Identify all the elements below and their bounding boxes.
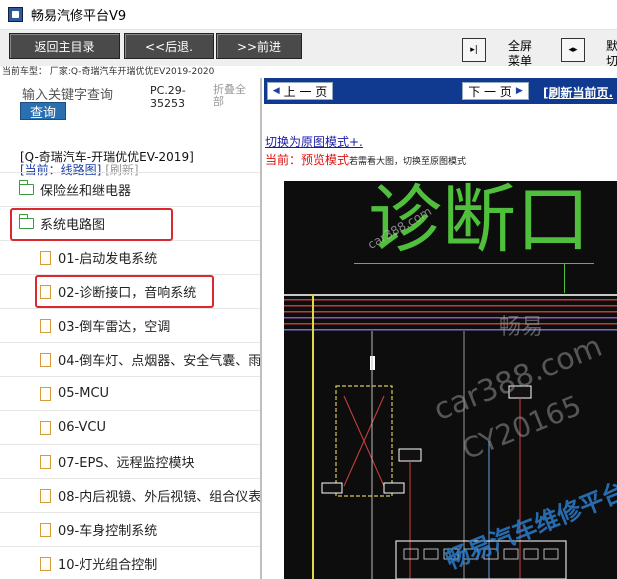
fullscreen-label[interactable]: 全屏 菜单 [505,39,535,69]
current-car-line: 当前车型： 厂家:Q-奇瑞汽车开瑞优优EV2019-2020 [0,66,617,78]
page-nav-bar: ◀ 上 一 页 下 一 页 ▶ [刷新当前页. [264,78,617,104]
tree-folder-fuses[interactable]: 保险丝和继电器 [0,172,260,206]
app-icon [8,7,23,22]
document-icon [40,386,51,401]
document-icon [40,420,51,435]
refresh-page-link[interactable]: [刷新当前页. [543,84,613,101]
tree-item-label: 06-VCU [58,420,106,435]
fullscreen-icon[interactable]: ▸| [462,38,486,62]
tree-item-label: 03-倒车雷达，空调 [58,320,171,335]
next-page-label: 下 一 页 [468,84,512,99]
folder-icon [18,180,34,195]
tree-item[interactable]: 10-灯光组合控制 [0,546,260,579]
switch-original-mode-link[interactable]: 切换为原图模式+. [265,133,363,150]
next-arrow-icon: ▶ [515,86,523,96]
left-panel: 输入关键字查询 查询 PC.29-35253 折叠全部 [Q-奇瑞汽车-开瑞优优… [0,78,262,579]
fullscreen-label-line1: 全屏 [507,39,532,53]
window-title: 畅易汽修平台V9 [31,9,127,24]
tree-item-label: 09-车身控制系统 [58,524,158,539]
tree-item[interactable]: 05-MCU [0,376,260,410]
tree-item-label: 01-启动发电系统 [58,252,158,267]
document-icon [40,352,51,367]
prev-page-button[interactable]: ◀ 上 一 页 [267,82,333,100]
tree-item[interactable]: 03-倒车雷达，空调 [0,308,260,342]
forward-button[interactable]: >>前进 [216,33,302,59]
search-button[interactable]: 查询 [20,102,66,121]
back-button[interactable]: <<后退. [124,33,214,59]
tree-item[interactable]: 07-EPS、远程监控模块 [0,444,260,478]
viewer-panel: ◀ 上 一 页 下 一 页 ▶ [刷新当前页. 切换为原图模式+. 当前：预览模式若… [264,78,617,579]
document-icon [40,488,51,503]
collapse-all-link[interactable]: 折叠全部 [213,84,253,108]
pc-code: PC.29-35253 [150,84,186,110]
highlight-box [10,208,173,241]
document-icon [40,250,51,265]
prev-arrow-icon: ◀ [272,86,280,96]
toolbar: 返回主目录 <<后退. >>前进 ▸| 全屏 菜单 ◂▸ 默 切 [0,30,617,69]
tree-folder-label: 保险丝和继电器 [40,184,132,199]
highlight-box [35,275,214,308]
tree-item[interactable]: 06-VCU [0,410,260,444]
back-to-main-button[interactable]: 返回主目录 [9,33,120,59]
keyword-input[interactable]: 输入关键字查询 [22,84,113,103]
wiring-diagram-image[interactable]: 诊断口 car388.com 畅易 car388.com CY20165 畅易汽… [284,177,617,579]
preview-mode-label: 当前：预览模式 [265,153,350,167]
tree-item[interactable]: 08-内后视镜、外后视镜、组合仪表 [0,478,260,512]
document-icon [40,522,51,537]
prev-page-label: 上 一 页 [283,84,328,99]
preview-mode-hint: 若需看大图，切换至原图模式 [349,157,467,167]
preview-mode-line: 当前：预览模式若需看大图，切换至原图模式 [265,151,466,168]
document-icon [40,318,51,333]
next-page-button[interactable]: 下 一 页 ▶ [462,82,529,100]
tree-item[interactable]: 04-倒车灯、点烟器、安全气囊、雨 [0,342,260,376]
document-icon [40,454,51,469]
tree-item-label: 05-MCU [58,386,110,401]
tree-item[interactable]: 01-启动发电系统 [0,240,260,274]
tree-item-label: 08-内后视镜、外后视镜、组合仪表 [58,490,260,505]
tree-item-label: 10-灯光组合控制 [58,558,158,573]
title-bar: 畅易汽修平台V9 [0,0,617,30]
default-view-label-line1: 默 [605,39,617,53]
tree-item-label: 07-EPS、远程监控模块 [58,456,195,471]
default-view-label[interactable]: 默 切 [605,39,617,69]
tree-item-label: 04-倒车灯、点烟器、安全气囊、雨 [58,354,260,369]
tree-item[interactable]: 09-车身控制系统 [0,512,260,546]
document-icon [40,556,51,571]
watermark-text-1: 畅易 [499,315,544,340]
split-view-icon[interactable]: ◂▸ [561,38,585,62]
